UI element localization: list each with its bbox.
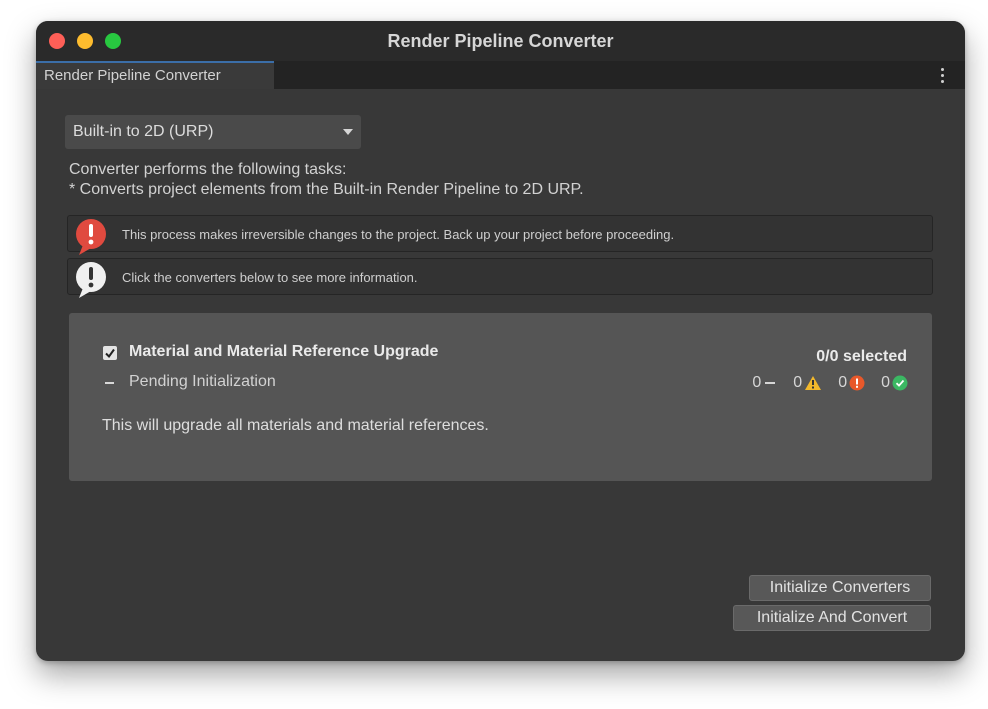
more-options-icon[interactable]: [941, 68, 945, 83]
description-line-1: Converter performs the following tasks:: [69, 161, 347, 178]
dropdown-selected-value: Built-in to 2D (URP): [73, 123, 214, 140]
error-count-icon: [849, 375, 865, 391]
warning-notice: This process makes irreversible changes …: [67, 215, 933, 255]
converter-type-dropdown[interactable]: Built-in to 2D (URP): [65, 115, 361, 149]
success-check-icon: [892, 375, 908, 391]
converter-description: This will upgrade all materials and mate…: [102, 417, 489, 434]
tab-render-pipeline-converter[interactable]: Render Pipeline Converter: [36, 61, 274, 89]
converter-window: Render Pipeline Converter Render Pipelin…: [36, 21, 965, 661]
converter-item-panel[interactable]: Material and Material Reference Upgrade …: [69, 313, 932, 481]
pending-dash-icon: [765, 382, 776, 384]
warning-notice-text: This process makes irreversible changes …: [122, 227, 675, 242]
pending-count: 0: [752, 374, 777, 392]
warning-icon: [805, 376, 822, 390]
selected-count: 0/0 selected: [816, 348, 907, 365]
chevron-down-icon: [343, 129, 353, 135]
tab-bar: Render Pipeline Converter: [36, 61, 965, 89]
success-count: 0: [881, 374, 908, 392]
pending-status-icon: [105, 382, 114, 384]
converter-checkbox[interactable]: [103, 346, 117, 360]
checkmark-icon: [105, 348, 115, 359]
warning-count: 0: [793, 374, 822, 392]
initialize-converters-button[interactable]: Initialize Converters: [749, 575, 931, 601]
window-title: Render Pipeline Converter: [387, 31, 614, 51]
initialize-and-convert-button[interactable]: Initialize And Convert: [733, 605, 931, 631]
info-notice-text: Click the converters below to see more i…: [122, 270, 418, 285]
description-line-2: * Converts project elements from the Bui…: [69, 181, 584, 198]
converter-status: Pending Initialization: [129, 373, 276, 390]
info-icon: [76, 262, 106, 298]
converter-title: Material and Material Reference Upgrade: [129, 343, 439, 360]
warning-count-value: 0: [793, 374, 803, 391]
error-count: 0: [838, 374, 865, 392]
converter-counts: 0 0 0 0: [752, 373, 908, 393]
title-bar[interactable]: Render Pipeline Converter: [36, 21, 965, 61]
success-count-value: 0: [881, 374, 890, 391]
pending-count-value: 0: [752, 374, 762, 391]
error-count-value: 0: [838, 374, 848, 391]
error-icon: [76, 219, 106, 255]
info-notice: Click the converters below to see more i…: [67, 258, 933, 298]
